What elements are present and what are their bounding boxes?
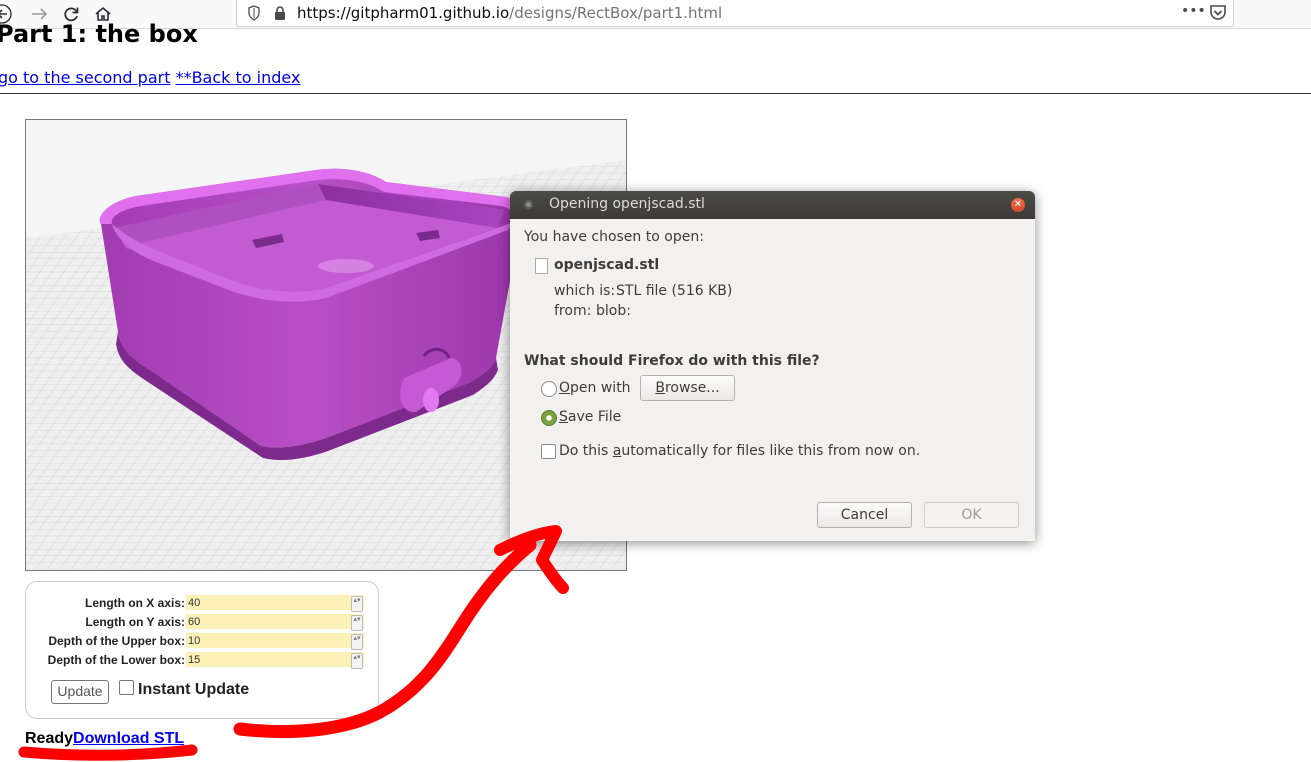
url-bar[interactable]: https://gitpharm01.github.io/designs/Rec…: [236, 0, 1234, 27]
instant-update-checkbox[interactable]: [119, 680, 134, 695]
param-row-upper: Depth of the Upper box: ▴▾: [26, 633, 378, 650]
spinner-icon[interactable]: ▴▾: [351, 634, 363, 650]
instant-update-option[interactable]: Instant Update: [119, 680, 249, 699]
page-actions-menu-icon[interactable]: •••: [1181, 3, 1206, 19]
page-title: Part 1: the box: [0, 20, 198, 48]
upper-depth-input[interactable]: [186, 633, 364, 648]
spinner-icon[interactable]: ▴▾: [351, 615, 363, 631]
back-to-index-link[interactable]: **Back to index: [176, 68, 301, 87]
open-with-label[interactable]: Open with: [559, 380, 631, 396]
dialog-title: Opening openjscad.stl: [549, 196, 705, 212]
cancel-button[interactable]: Cancel: [817, 502, 912, 528]
browse-button[interactable]: Browse...: [640, 375, 735, 401]
param-label: Length on Y axis:: [85, 615, 185, 629]
save-file-radio[interactable]: [541, 410, 557, 426]
shield-icon[interactable]: [247, 5, 261, 25]
file-icon: [535, 258, 548, 274]
lock-icon[interactable]: [273, 5, 287, 25]
which-is-value: STL file (516 KB): [616, 283, 733, 299]
instant-update-label: Instant Update: [138, 681, 250, 698]
page-links: go to the second part **Back to index: [0, 68, 300, 87]
from-label: from:: [554, 303, 592, 319]
update-button[interactable]: Update: [51, 680, 109, 704]
param-row-y: Length on Y axis: ▴▾: [26, 614, 378, 631]
open-with-radio[interactable]: [541, 381, 557, 397]
param-row-lower: Depth of the Lower box: ▴▾: [26, 652, 378, 669]
spinner-icon[interactable]: ▴▾: [351, 596, 363, 612]
pocket-icon[interactable]: [1209, 4, 1227, 25]
chosen-text: You have chosen to open:: [524, 229, 704, 245]
ok-button[interactable]: OK: [924, 502, 1019, 528]
second-part-link[interactable]: go to the second part: [0, 68, 170, 87]
param-row-x: Length on X axis: ▴▾: [26, 595, 378, 612]
save-file-label[interactable]: Save File: [559, 409, 621, 425]
url-text[interactable]: https://gitpharm01.github.io/designs/Rec…: [297, 4, 722, 22]
param-label: Depth of the Upper box:: [48, 634, 185, 648]
window-menu-icon[interactable]: [524, 200, 533, 209]
annotation-underline: [18, 744, 198, 761]
open-file-dialog: Opening openjscad.stl ✕ You have chosen …: [510, 191, 1035, 541]
parameters-panel: Length on X axis: ▴▾ Length on Y axis: ▴…: [25, 581, 379, 719]
auto-checkbox[interactable]: [541, 444, 556, 459]
question-heading: What should Firefox do with this file?: [524, 353, 820, 369]
status-text: Ready: [25, 730, 74, 747]
length-x-input[interactable]: [186, 595, 364, 610]
divider: [0, 93, 1311, 94]
param-label: Length on X axis:: [84, 596, 185, 610]
dialog-titlebar[interactable]: Opening openjscad.stl ✕: [510, 191, 1035, 219]
lower-depth-input[interactable]: [186, 652, 364, 667]
length-y-input[interactable]: [186, 614, 364, 629]
auto-label[interactable]: Do this automatically for files like thi…: [559, 443, 920, 459]
filename: openjscad.stl: [554, 257, 660, 273]
status-line: ReadyDownload STL: [25, 730, 184, 748]
param-label: Depth of the Lower box:: [47, 653, 185, 667]
spinner-icon[interactable]: ▴▾: [351, 653, 363, 669]
download-stl-link[interactable]: Download STL: [73, 730, 184, 747]
which-is-label: which is:: [554, 283, 616, 299]
close-icon[interactable]: ✕: [1011, 198, 1025, 212]
from-value: blob:: [596, 303, 631, 319]
